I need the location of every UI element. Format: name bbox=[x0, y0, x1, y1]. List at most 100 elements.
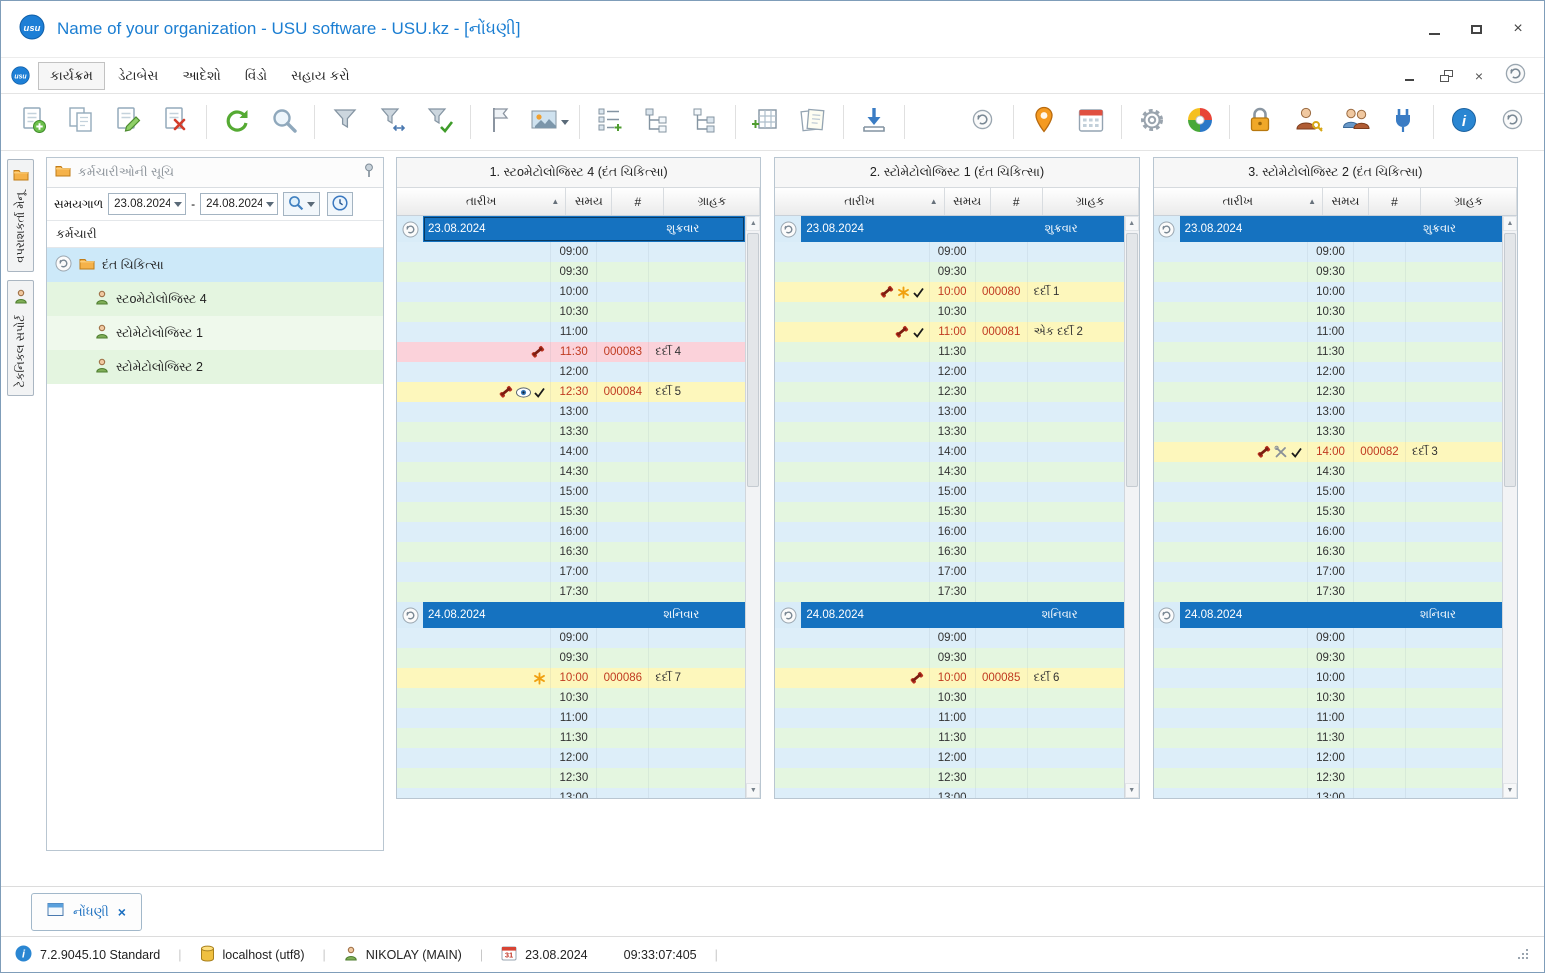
time-slot-row[interactable]: 12:30 bbox=[775, 768, 1124, 788]
pin-icon[interactable] bbox=[363, 163, 375, 183]
time-slot-row[interactable]: 17:30 bbox=[775, 582, 1124, 602]
time-slot-row[interactable]: 15:00 bbox=[397, 482, 746, 502]
column-header-client[interactable]: ગ્રાહક bbox=[1043, 188, 1139, 215]
time-slot-row[interactable]: 13:00 bbox=[775, 402, 1124, 422]
time-slot-row[interactable]: 09:30 bbox=[775, 648, 1124, 668]
time-slot-row[interactable]: 14:30 bbox=[397, 462, 746, 482]
menu-program[interactable]: કાર્યક્રમ bbox=[38, 61, 105, 90]
time-slot-row[interactable]: 10:30 bbox=[1153, 688, 1502, 708]
time-slot-row[interactable]: 14:30 bbox=[1153, 462, 1502, 482]
column-header-date[interactable]: તારીખ ▲ bbox=[1154, 188, 1323, 215]
time-slot-row[interactable]: 17:30 bbox=[1153, 582, 1502, 602]
time-slot-row[interactable]: 14:30 bbox=[775, 462, 1124, 482]
users-button[interactable] bbox=[1334, 100, 1378, 144]
time-slot-row[interactable]: 11:30 bbox=[397, 728, 746, 748]
maximize-button[interactable] bbox=[1468, 21, 1484, 37]
refresh-right-button[interactable] bbox=[1490, 100, 1534, 144]
time-slot-row[interactable]: 11:00 bbox=[397, 708, 746, 728]
time-slot-row[interactable]: 10:00 bbox=[1153, 668, 1502, 688]
time-slot-row[interactable]: 12:00 bbox=[397, 362, 746, 382]
appointment-row[interactable]: 12:30 000084 દર્દી 5 bbox=[397, 382, 746, 402]
time-slot-row[interactable]: 10:00 bbox=[397, 282, 746, 302]
time-slot-row[interactable]: 11:00 bbox=[775, 708, 1124, 728]
delete-record-button[interactable] bbox=[154, 100, 198, 144]
time-slot-row[interactable]: 13:00 bbox=[397, 402, 746, 422]
menu-help[interactable]: સહાય કરો bbox=[280, 63, 361, 89]
time-slot-row[interactable]: 12:00 bbox=[1153, 362, 1502, 382]
mdi-close-button[interactable]: × bbox=[1475, 68, 1483, 84]
time-slot-row[interactable]: 12:30 bbox=[397, 768, 746, 788]
add-record-button[interactable] bbox=[11, 100, 55, 144]
tree-folder-row[interactable]: દંત ચિકિત્સા bbox=[47, 248, 383, 282]
column-header-number[interactable]: # bbox=[1369, 188, 1421, 215]
time-slot-row[interactable]: 13:00 bbox=[397, 788, 746, 798]
appointment-row[interactable]: 10:00 000086 દર્દી 7 bbox=[397, 668, 746, 688]
vertical-scrollbar[interactable]: ▲ ▼ bbox=[745, 216, 761, 798]
scroll-thumb[interactable] bbox=[747, 233, 760, 487]
time-slot-row[interactable]: 09:00 bbox=[1153, 242, 1502, 262]
table-add-button[interactable] bbox=[744, 100, 788, 144]
time-slot-row[interactable]: 13:30 bbox=[775, 422, 1124, 442]
filter-button[interactable] bbox=[323, 100, 367, 144]
copy-record-button[interactable] bbox=[59, 100, 103, 144]
date-header-row[interactable]: 23.08.2024 શુક્રવાર bbox=[1153, 216, 1502, 242]
time-slot-row[interactable]: 09:00 bbox=[775, 628, 1124, 648]
time-slot-row[interactable]: 11:00 bbox=[397, 322, 746, 342]
column-header-time[interactable]: સમય bbox=[945, 188, 991, 215]
time-slot-row[interactable]: 10:30 bbox=[775, 302, 1124, 322]
menu-commands[interactable]: આદેશો bbox=[171, 63, 232, 89]
time-slot-row[interactable]: 09:00 bbox=[397, 242, 746, 262]
history-button[interactable] bbox=[961, 100, 1005, 144]
scroll-track[interactable] bbox=[1503, 231, 1517, 783]
time-slot-row[interactable]: 13:00 bbox=[775, 788, 1124, 798]
edit-record-button[interactable] bbox=[106, 100, 150, 144]
column-header-client[interactable]: ગ્રાહક bbox=[664, 188, 761, 215]
date-to-combo[interactable]: 24.08.2024 bbox=[200, 193, 279, 215]
appointment-row[interactable]: 11:30 000083 દર્દી 4 bbox=[397, 342, 746, 362]
time-slot-row[interactable]: 16:30 bbox=[1153, 542, 1502, 562]
time-slot-row[interactable]: 09:00 bbox=[1153, 628, 1502, 648]
time-slot-row[interactable]: 12:00 bbox=[397, 748, 746, 768]
time-slot-row[interactable]: 09:30 bbox=[775, 262, 1124, 282]
appointment-row[interactable]: 14:00 000082 દર્દી 3 bbox=[1153, 442, 1502, 462]
filter-columns-button[interactable] bbox=[371, 100, 415, 144]
time-slot-row[interactable]: 11:30 bbox=[775, 728, 1124, 748]
side-tab-1[interactable]: ટેકનિકલ સપોર્ટ bbox=[7, 279, 34, 397]
time-slot-row[interactable]: 15:30 bbox=[775, 502, 1124, 522]
tree-expand-button[interactable] bbox=[683, 100, 727, 144]
vertical-scrollbar[interactable]: ▲ ▼ bbox=[1123, 216, 1139, 798]
tree-column-header[interactable]: કર્મચારી bbox=[47, 221, 383, 248]
filter-apply-button[interactable] bbox=[419, 100, 463, 144]
scroll-down-button[interactable]: ▼ bbox=[1124, 783, 1139, 798]
time-slot-row[interactable]: 11:00 bbox=[1153, 708, 1502, 728]
appointment-row[interactable]: 10:00 000085 દર્દી 6 bbox=[775, 668, 1124, 688]
location-button[interactable] bbox=[1022, 100, 1066, 144]
time-slot-row[interactable]: 10:30 bbox=[775, 688, 1124, 708]
time-slot-row[interactable]: 09:00 bbox=[397, 628, 746, 648]
lock-button[interactable] bbox=[1238, 100, 1282, 144]
time-slot-row[interactable]: 14:00 bbox=[397, 442, 746, 462]
report-button[interactable] bbox=[792, 100, 836, 144]
tree-employee-row[interactable]: સ્ટoમેટોલોજિસ્ટ 4 bbox=[47, 282, 383, 316]
time-slot-row[interactable]: 15:30 bbox=[1153, 502, 1502, 522]
time-filter-button[interactable] bbox=[327, 192, 354, 216]
flag-button[interactable] bbox=[479, 100, 523, 144]
scroll-track[interactable] bbox=[1125, 231, 1139, 783]
time-slot-row[interactable]: 09:30 bbox=[397, 648, 746, 668]
date-header-row[interactable]: 24.08.2024 શનિવાર bbox=[1153, 602, 1502, 628]
time-slot-row[interactable]: 09:30 bbox=[1153, 648, 1502, 668]
column-header-date[interactable]: તારીખ ▲ bbox=[397, 188, 567, 215]
export-button[interactable] bbox=[852, 100, 896, 144]
tree-employee-row[interactable]: સ્ટોમેટોલોજિસ્ટ 2 bbox=[47, 350, 383, 384]
tree-collapse-button[interactable] bbox=[635, 100, 679, 144]
user-roles-button[interactable] bbox=[1286, 100, 1330, 144]
date-header-row[interactable]: 23.08.2024 શુક્રવાર bbox=[775, 216, 1124, 242]
time-slot-row[interactable]: 14:00 bbox=[775, 442, 1124, 462]
date-header-row[interactable]: 24.08.2024 શનિવાર bbox=[397, 602, 746, 628]
time-slot-row[interactable]: 15:30 bbox=[397, 502, 746, 522]
time-slot-row[interactable]: 10:30 bbox=[1153, 302, 1502, 322]
calendar-button[interactable] bbox=[1069, 100, 1113, 144]
time-slot-row[interactable]: 13:00 bbox=[1153, 402, 1502, 422]
time-slot-row[interactable]: 13:30 bbox=[1153, 422, 1502, 442]
appointment-row[interactable]: 10:00 000080 દર્દી 1 bbox=[775, 282, 1124, 302]
